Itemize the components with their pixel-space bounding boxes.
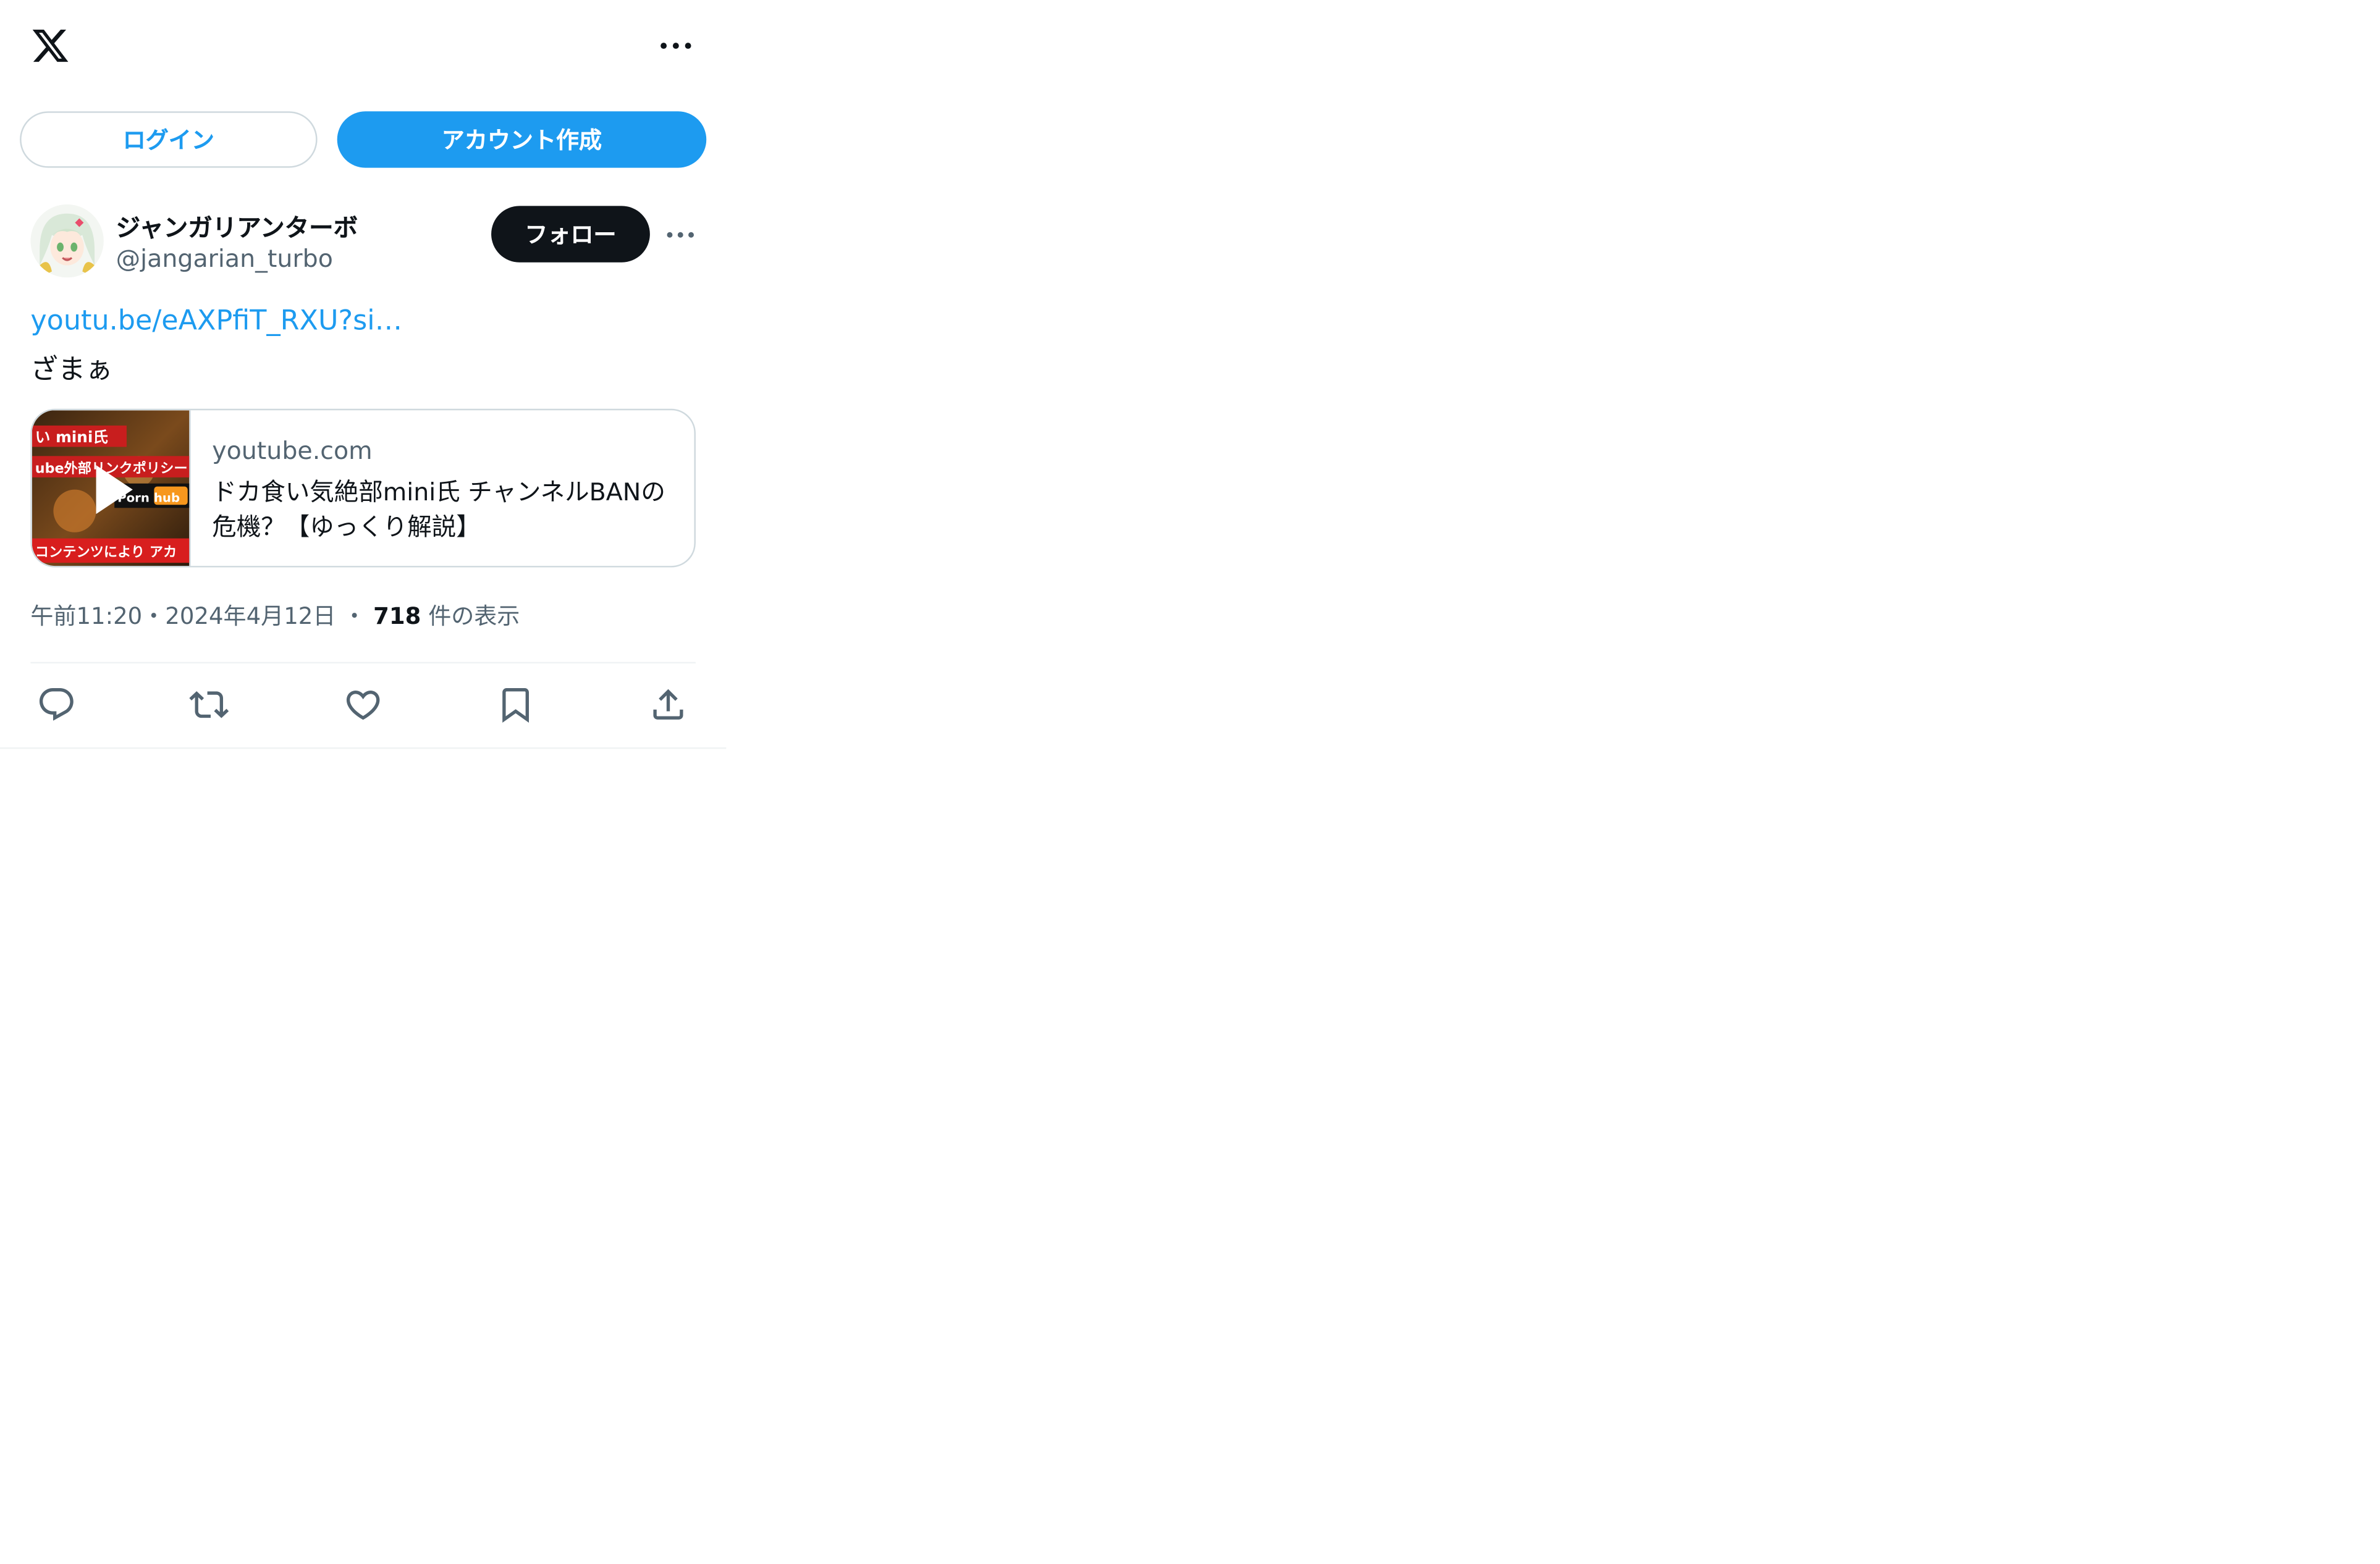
- video-thumbnail[interactable]: い mini氏 ube外部リンクポリシー Porn hub コンテンツにより ア…: [32, 410, 191, 566]
- meta-separator-2: ・: [343, 602, 366, 630]
- create-account-button-label: アカウント作成: [441, 126, 602, 154]
- thumb-text-2: ube外部リンクポリシー: [35, 460, 188, 476]
- create-account-button[interactable]: アカウント作成: [337, 111, 707, 168]
- follow-button[interactable]: フォロー: [491, 206, 650, 263]
- tweet-text: ざまぁ: [30, 353, 113, 386]
- retweet-icon[interactable]: [189, 685, 229, 725]
- divider: [30, 662, 696, 664]
- share-icon[interactable]: [648, 685, 688, 725]
- tweet-column: ログイン アカウント作成 ジャンガリアンターボ @jangarian_turbo: [0, 0, 727, 749]
- meta-separator: ・: [142, 602, 166, 630]
- page: ログイン アカウント作成 ジャンガリアンターボ @jangarian_turbo: [0, 0, 2380, 1563]
- views-label: 件の表示: [428, 602, 520, 630]
- author-display-name[interactable]: ジャンガリアンターボ: [116, 208, 358, 244]
- tweet-date[interactable]: 2024年4月12日: [165, 602, 335, 629]
- x-logo-icon[interactable]: [29, 26, 72, 65]
- thumb-text-1: い mini氏: [35, 428, 109, 446]
- login-button-label: ログイン: [122, 126, 214, 154]
- more-horizontal-icon[interactable]: [656, 27, 696, 64]
- card-domain: youtube.com: [212, 436, 373, 466]
- reply-icon[interactable]: [36, 685, 76, 725]
- bookmark-icon[interactable]: [496, 685, 535, 725]
- tweet-more-icon[interactable]: [662, 217, 699, 253]
- link-preview-card[interactable]: い mini氏 ube外部リンクポリシー Porn hub コンテンツにより ア…: [30, 408, 696, 568]
- avatar[interactable]: [30, 204, 104, 278]
- login-button[interactable]: ログイン: [20, 111, 318, 168]
- tweet-link[interactable]: youtu.be/eAXPfiT_RXU?si…: [30, 305, 402, 337]
- tweet-time[interactable]: 午前11:20: [30, 602, 142, 629]
- views-count: 718: [373, 602, 421, 630]
- thumb-text-4: コンテンツにより アカ: [35, 544, 177, 560]
- card-title: ドカ食い気絶部mini氏 チャンネルBANの危機？【ゆっくり解説】: [212, 477, 665, 542]
- like-icon[interactable]: [344, 685, 383, 725]
- author-handle[interactable]: @jangarian_turbo: [116, 244, 333, 273]
- tweet-meta: 午前11:20・2024年4月12日 ・ 718 件の表示: [30, 599, 520, 631]
- follow-button-label: フォロー: [525, 221, 617, 249]
